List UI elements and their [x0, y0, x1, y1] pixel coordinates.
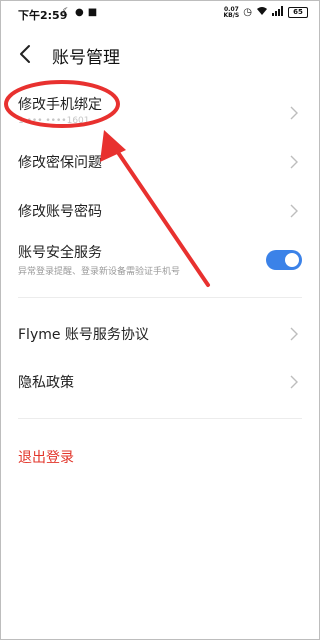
item-label: 隐私政策 [18, 375, 74, 391]
item-label: 修改账号密码 [18, 204, 102, 220]
status-notification-icons: ☾ ● ■ [62, 7, 97, 19]
list-item-account-security-service: 账号安全服务 异常登录提醒、登录新设备需验证手机号 [0, 240, 320, 280]
status-bar: 下午2:59 ☾ ● ■ 0.07 KB/S ◷ 65 [0, 0, 320, 28]
net-speed: 0.07 KB/S [223, 6, 240, 19]
item-label: 修改密保问题 [18, 155, 102, 171]
signal-icon [272, 6, 284, 19]
back-arrow-icon [20, 45, 30, 63]
net-speed-unit: KB/S [223, 11, 240, 19]
item-description: 异常登录提醒、登录新设备需验证手机号 [18, 267, 181, 277]
section-divider [18, 297, 302, 298]
chevron-right-icon [290, 327, 298, 341]
list-item-change-password[interactable]: 修改账号密码 [0, 195, 320, 229]
alarm-icon: ◷ [243, 7, 252, 18]
item-label: Flyme 账号服务协议 [18, 327, 149, 343]
item-label: 修改手机绑定 [18, 97, 102, 113]
chevron-right-icon [290, 375, 298, 389]
item-phone-number: 1 ••• ••••1601 [18, 116, 90, 126]
back-button[interactable] [12, 40, 40, 68]
wifi-icon [256, 6, 268, 19]
item-label: 账号安全服务 [18, 245, 102, 261]
chevron-right-icon [290, 204, 298, 218]
list-item-change-phone[interactable]: 修改手机绑定 1 ••• ••••1601 [0, 88, 320, 138]
section-divider [18, 418, 302, 419]
status-right-group: 0.07 KB/S ◷ 65 [224, 6, 308, 19]
status-time: 下午2:59 [18, 9, 68, 22]
chevron-right-icon [290, 106, 298, 120]
header: 账号管理 [0, 36, 320, 72]
security-service-toggle[interactable] [266, 250, 302, 270]
moon-icon: ☾ [62, 7, 71, 18]
logout-button[interactable]: 退出登录 [18, 447, 74, 467]
chevron-right-icon [290, 155, 298, 169]
list-item-privacy-policy[interactable]: 隐私政策 [0, 366, 320, 400]
list-item-change-security-question[interactable]: 修改密保问题 [0, 146, 320, 180]
app-notification-icon: ● [74, 7, 84, 18]
square-notification-icon: ■ [87, 7, 98, 18]
page-title: 账号管理 [52, 48, 120, 68]
list-item-service-agreement[interactable]: Flyme 账号服务协议 [0, 318, 320, 352]
battery-icon: 65 [288, 7, 308, 18]
toggle-knob [285, 253, 299, 267]
